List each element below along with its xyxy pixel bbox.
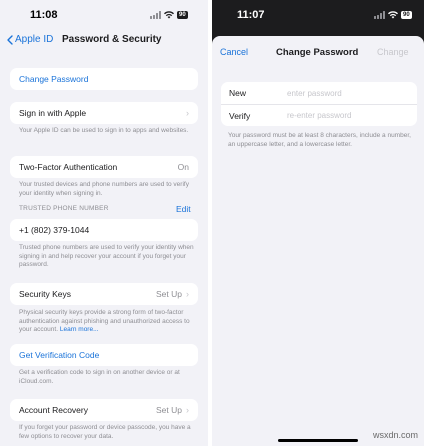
new-password-label: New (229, 88, 247, 98)
back-label: Apple ID (15, 34, 54, 45)
two-factor-status: On (177, 162, 189, 172)
signal-icon (374, 11, 385, 19)
trusted-phone-row: +1 (802) 379-1044 (10, 219, 198, 241)
status-icons: 90 (374, 11, 412, 19)
signal-icon (150, 11, 161, 19)
verify-password-input[interactable] (287, 111, 407, 120)
change-password-group: Change Password (10, 68, 198, 90)
trusted-phone-header: TRUSTED PHONE NUMBER (19, 205, 109, 212)
status-bar: 11:08 90 (0, 0, 208, 30)
sheet-title: Change Password (276, 47, 359, 58)
security-keys-label: Security Keys (19, 289, 71, 299)
nav-bar: Apple ID Password & Security (0, 30, 208, 52)
wifi-icon (388, 11, 398, 19)
status-time: 11:07 (237, 9, 265, 21)
password-security-screen: 11:08 90 Apple ID Password & Security Ch… (0, 0, 208, 446)
verify-password-row: Verify (221, 104, 417, 126)
password-fields-group: New Verify (221, 82, 417, 126)
chevron-right-icon: › (186, 108, 189, 118)
get-verification-code-button[interactable]: Get Verification Code (10, 344, 198, 366)
sign-in-with-apple-group: Sign in with Apple › (10, 102, 198, 124)
account-recovery-value: Set Up (156, 405, 182, 415)
two-factor-label: Two-Factor Authentication (19, 162, 118, 172)
chevron-right-icon: › (186, 289, 189, 299)
security-keys-row[interactable]: Security Keys Set Up › (10, 283, 198, 305)
back-chevron-icon (7, 34, 13, 45)
new-password-row: New (221, 82, 417, 104)
back-button[interactable]: Apple ID (7, 34, 53, 45)
sign-in-with-apple-row[interactable]: Sign in with Apple › (10, 102, 198, 124)
watermark: wsxdn.com (372, 430, 418, 440)
home-indicator (278, 439, 358, 442)
learn-more-link[interactable]: Learn more... (60, 326, 99, 333)
two-factor-footnote: Your trusted devices and phone numbers a… (19, 181, 189, 197)
verify-password-label: Verify (229, 110, 251, 121)
security-keys-group: Security Keys Set Up › (10, 283, 198, 305)
trusted-phone-group: +1 (802) 379-1044 (10, 219, 198, 241)
two-factor-group: Two-Factor Authentication On (10, 156, 198, 178)
change-password-button[interactable]: Change Password (10, 68, 198, 90)
sheet-nav-bar: Cancel Change Password Change (212, 44, 424, 62)
security-keys-footnote: Physical security keys provide a strong … (19, 309, 197, 335)
account-recovery-row[interactable]: Account Recovery Set Up › (10, 399, 198, 421)
get-verification-code-label: Get Verification Code (19, 350, 100, 360)
two-factor-row[interactable]: Two-Factor Authentication On (10, 156, 198, 178)
change-password-sheet: Cancel Change Password Change New Verify… (212, 36, 424, 446)
sign-in-with-apple-label: Sign in with Apple (19, 108, 87, 118)
security-keys-value: Set Up (156, 289, 182, 299)
change-password-label: Change Password (19, 74, 89, 84)
account-recovery-group: Account Recovery Set Up › (10, 399, 198, 421)
page-title: Password & Security (62, 34, 162, 45)
trusted-phone-footnote: Trusted phone numbers are used to verify… (19, 244, 194, 268)
wifi-icon (164, 11, 174, 19)
account-recovery-footnote: If you forget your password or device pa… (19, 424, 191, 440)
chevron-right-icon: › (186, 405, 189, 415)
password-requirements-hint: Your password must be at least 8 charact… (228, 132, 411, 148)
change-button[interactable]: Change (377, 47, 409, 57)
verification-footnote: Get a verification code to sign in on an… (19, 369, 180, 385)
status-bar: 11:07 90 (212, 0, 424, 30)
cancel-button[interactable]: Cancel (220, 47, 248, 57)
change-password-screen: 11:07 90 Cancel Change Password Change N… (212, 0, 424, 446)
edit-trusted-phone-button[interactable]: Edit (176, 204, 191, 214)
battery-icon: 90 (177, 11, 188, 19)
status-time: 11:08 (30, 9, 58, 21)
security-keys-footnote-text: Physical security keys provide a strong … (19, 309, 190, 333)
new-password-input[interactable] (287, 88, 407, 98)
account-recovery-label: Account Recovery (19, 405, 88, 415)
sign-in-with-apple-footnote: Your Apple ID can be used to sign in to … (19, 127, 189, 134)
trusted-phone-number: +1 (802) 379-1044 (19, 225, 90, 235)
status-icons: 90 (150, 11, 188, 19)
battery-icon: 90 (401, 11, 412, 19)
verification-group: Get Verification Code (10, 344, 198, 366)
